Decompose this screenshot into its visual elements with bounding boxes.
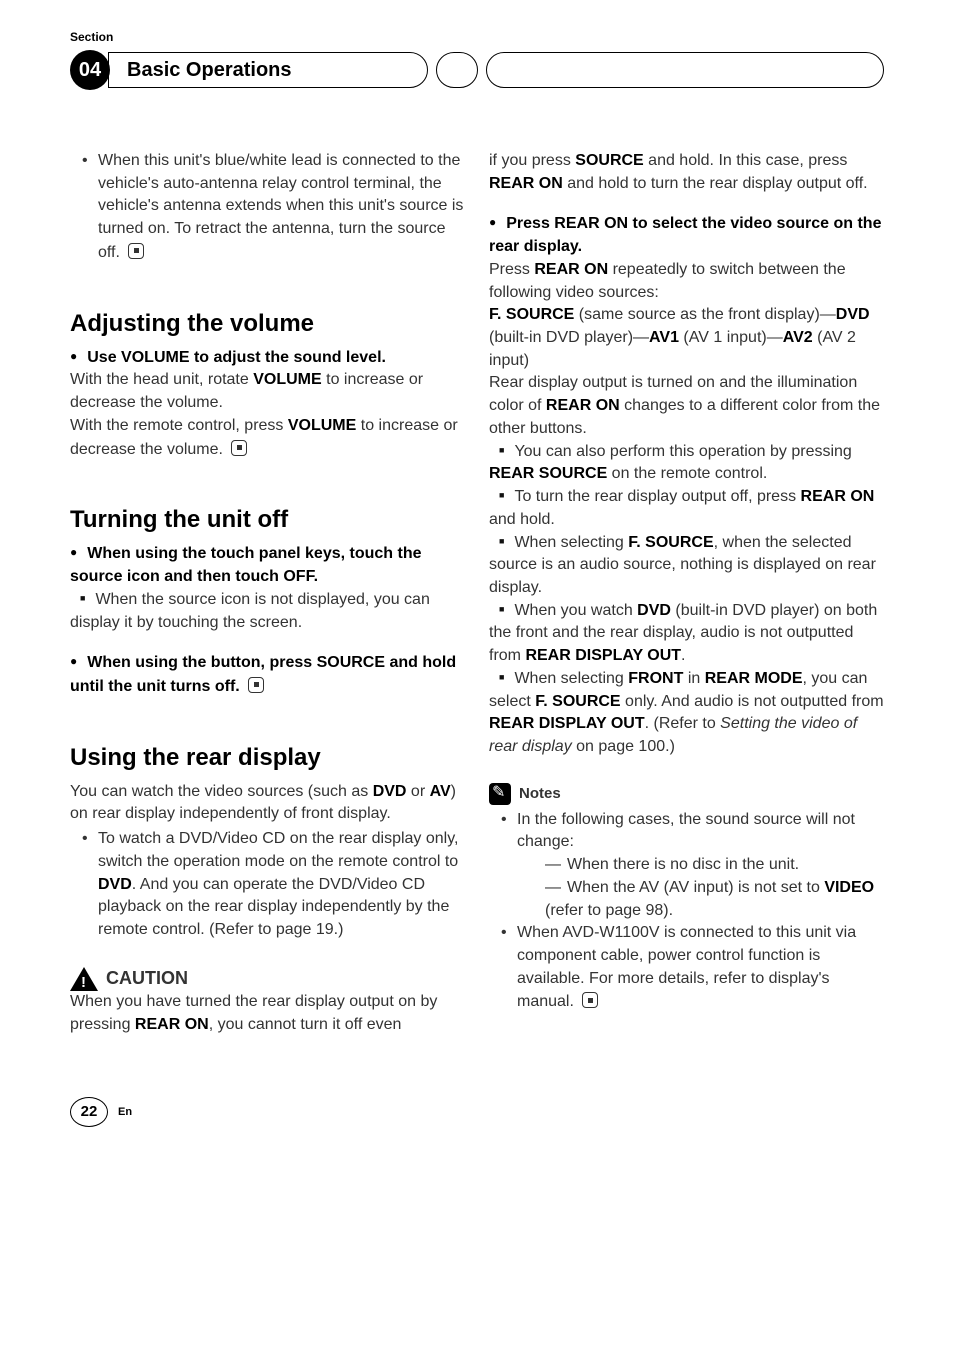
end-section-icon: [248, 677, 264, 693]
caution-label: CAUTION: [106, 966, 188, 992]
end-section-icon: [128, 243, 144, 259]
header-spacer-2: [486, 52, 884, 88]
heading-volume: Adjusting the volume: [70, 307, 465, 341]
rear-p4: Rear display output is turned on and the…: [489, 372, 884, 440]
end-section-icon: [231, 440, 247, 456]
right-column: if you press SOURCE and hold. In this ca…: [489, 150, 884, 1037]
note-1b: When the AV (AV input) is not set to VID…: [545, 877, 884, 922]
left-column: • When this unit's blue/white lead is co…: [70, 150, 465, 1037]
rear-sq3: When selecting F. SOURCE, when the selec…: [489, 532, 884, 600]
bullet-dot-icon: •: [82, 828, 88, 851]
caution-continued: if you press SOURCE and hold. In this ca…: [489, 150, 884, 195]
end-section-icon: [582, 992, 598, 1008]
rear-sources: F. SOURCE (same source as the front disp…: [489, 304, 884, 372]
rear-sq2: To turn the rear display output off, pre…: [489, 486, 884, 531]
rear-sq5: When selecting FRONT in REAR MODE, you c…: [489, 668, 884, 759]
volume-p1: With the head unit, rotate VOLUME to inc…: [70, 369, 465, 414]
volume-p2: With the remote control, press VOLUME to…: [70, 415, 465, 461]
volume-lead: Use VOLUME to adjust the sound level.: [70, 349, 386, 366]
heading-rear: Using the rear display: [70, 741, 465, 775]
note-1: In the following cases, the sound source…: [517, 811, 855, 851]
rear-sq1: You can also perform this operation by p…: [489, 441, 884, 486]
rear-p2: Press REAR ON repeatedly to switch betwe…: [489, 259, 884, 304]
rear-lead-2: Press REAR ON to select the video source…: [489, 215, 881, 255]
page-number: 22: [70, 1097, 108, 1127]
header-spacer-1: [436, 52, 478, 88]
bullet-dot-icon: •: [501, 809, 507, 832]
intro-bullet: When this unit's blue/white lead is conn…: [98, 152, 463, 261]
caution-text: When you have turned the rear display ou…: [70, 991, 465, 1036]
note-2: When AVD-W1100V is connected to this uni…: [517, 924, 856, 1010]
notes-label: Notes: [519, 783, 561, 804]
rear-p1: You can watch the video sources (such as…: [70, 781, 465, 826]
chapter-title-chip: Basic Operations: [108, 52, 428, 88]
bullet-dot-icon: •: [501, 922, 507, 945]
page-footer: 22 En: [70, 1097, 884, 1127]
language-code: En: [118, 1106, 132, 1118]
note-1a: When there is no disc in the unit.: [545, 854, 884, 877]
notes-icon: [489, 783, 511, 805]
chapter-title: Basic Operations: [127, 59, 292, 82]
rear-sq4: When you watch DVD (built-in DVD player)…: [489, 600, 884, 668]
section-label: Section: [70, 30, 884, 44]
chapter-header: 04 Basic Operations: [70, 50, 884, 90]
caution-icon: [70, 967, 98, 991]
rear-bullet-1: To watch a DVD/Video CD on the rear disp…: [98, 830, 458, 938]
heading-off: Turning the unit off: [70, 503, 465, 537]
off-note-1: When the source icon is not displayed, y…: [70, 589, 465, 634]
off-lead-1: When using the touch panel keys, touch t…: [70, 545, 422, 585]
bullet-dot-icon: •: [82, 150, 88, 173]
